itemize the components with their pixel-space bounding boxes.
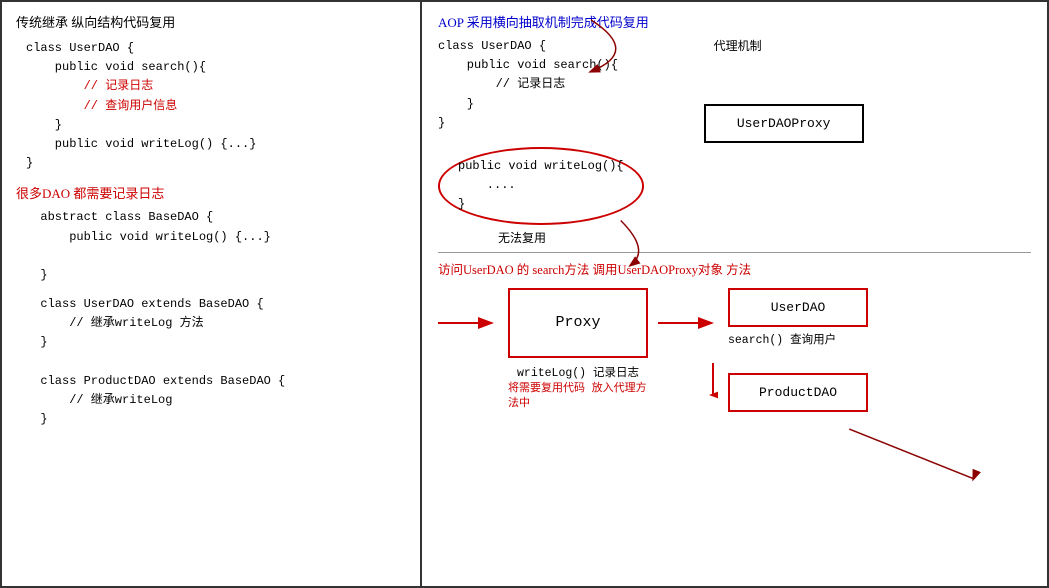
code-line: }	[26, 333, 406, 352]
agent-label: 代理机制	[714, 37, 864, 54]
arrow-right-svg	[658, 308, 718, 338]
ellipse-box: public void writeLog(){ .... }	[438, 147, 644, 225]
main-container: 传统继承 纵向结构代码复用 class UserDAO { public voi…	[2, 2, 1047, 586]
code-line: }	[26, 116, 406, 135]
code-line: public void writeLog() {...}	[26, 135, 406, 154]
code-block-3: class UserDAO extends BaseDAO { // 继承wri…	[16, 295, 406, 429]
put-label: 将需要复用代码 放入代理方 法中	[508, 382, 648, 413]
sub-title-left: 很多DAO 都需要记录日志	[16, 183, 406, 202]
code-line: class ProductDAO extends BaseDAO {	[26, 372, 406, 391]
code-line: }	[26, 266, 406, 285]
arrow-left-svg	[438, 308, 498, 338]
code-line: class UserDAO extends BaseDAO {	[26, 295, 406, 314]
left-panel: 传统继承 纵向结构代码复用 class UserDAO { public voi…	[2, 2, 422, 586]
aop-title: AOP 采用横向抽取机制完成代码复用	[438, 12, 1031, 31]
right-panel: AOP 采用横向抽取机制完成代码复用 class UserDAO { publi…	[422, 2, 1047, 586]
search-label: search() 查询用户	[728, 331, 868, 347]
arrow-down-svg	[708, 363, 718, 403]
visit-text: 访问UserDAO 的 search方法 调用UserDAOProxy对象 方法	[438, 259, 1031, 278]
code-spacer	[26, 353, 406, 372]
writelog-label: writeLog() 记录日志	[517, 364, 639, 380]
code-comment-2: // 查询用户信息	[26, 97, 406, 116]
proxy-box: Proxy	[508, 288, 648, 358]
code-line: }	[26, 154, 406, 173]
top-right-code: class UserDAO { public void search(){ //…	[438, 37, 644, 133]
code-line: public void search(){	[26, 58, 406, 77]
userdao-box: UserDAO	[728, 288, 868, 327]
productdao-box: ProductDAO	[728, 373, 868, 412]
code-line: class UserDAO {	[26, 39, 406, 58]
userdaoproxy-box: UserDAOProxy	[704, 104, 864, 143]
left-title: 传统继承 纵向结构代码复用	[16, 12, 406, 31]
code-line: // 继承writeLog	[26, 391, 406, 410]
code-line: // 继承writeLog 方法	[26, 314, 406, 333]
no-reuse-label: 无法复用	[498, 229, 644, 246]
code-line: abstract class BaseDAO {	[26, 208, 406, 227]
code-line	[26, 247, 406, 266]
code-comment-1: // 记录日志	[26, 77, 406, 96]
code-block-1: class UserDAO { public void search(){ //…	[16, 39, 406, 173]
code-line: }	[26, 410, 406, 429]
code-line: public void writeLog() {...}	[26, 228, 406, 247]
code-block-2: abstract class BaseDAO { public void wri…	[16, 208, 406, 285]
